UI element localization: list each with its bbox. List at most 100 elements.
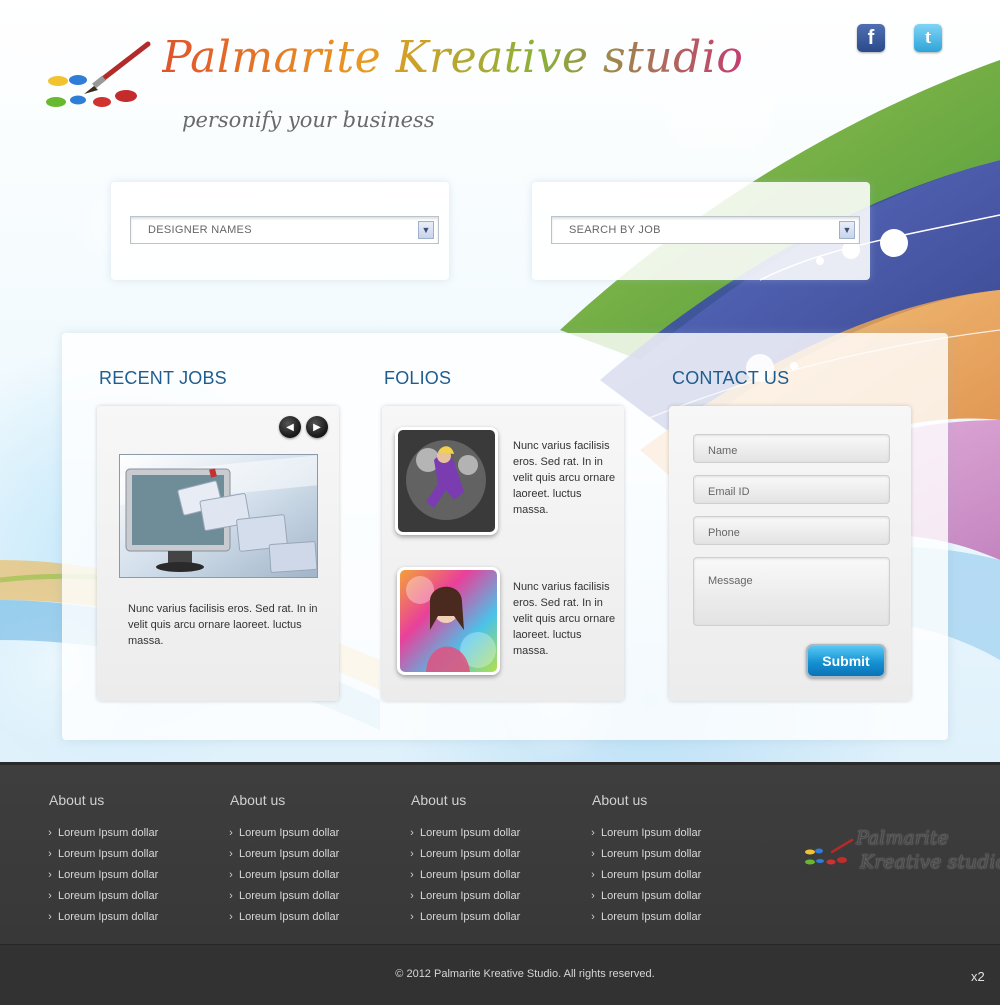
chevron-right-icon: › [591,868,595,881]
footer-link[interactable]: › Loreum Ipsum dollar [407,864,577,885]
footer-link-label: Loreum Ipsum dollar [601,826,702,839]
footer-link-label: Loreum Ipsum dollar [239,847,340,860]
footer-link[interactable]: › Loreum Ipsum dollar [226,864,396,885]
footer-link[interactable]: › Loreum Ipsum dollar [588,864,758,885]
footer-link-label: Loreum Ipsum dollar [601,889,702,902]
footer-link-label: Loreum Ipsum dollar [239,868,340,881]
footer-link[interactable]: › Loreum Ipsum dollar [226,843,396,864]
footer-logo-line1: Palmarite [856,827,949,849]
chevron-right-icon: › [48,847,52,860]
footer-column-heading: About us [230,792,286,808]
contact-us-heading: CONTACT US [672,368,790,388]
footer-link-label: Loreum Ipsum dollar [58,868,159,881]
recent-jobs-heading: RECENT JOBS [99,368,227,388]
footer-link-label: Loreum Ipsum dollar [58,847,159,860]
footer-link[interactable]: › Loreum Ipsum dollar [588,822,758,843]
chevron-right-icon: › [48,826,52,839]
footer-link[interactable]: › Loreum Ipsum dollar [45,822,215,843]
footer-logo[interactable]: Palmarite Kreative studio [804,826,1000,882]
scale-tag: x2 [971,969,985,984]
chevron-right-icon: › [591,847,595,860]
brand-logo[interactable]: Palmarite Kreative studio personify your… [44,30,743,140]
search-by-job-select-value: SEARCH BY JOB [569,224,661,236]
footer-link-label: Loreum Ipsum dollar [420,910,521,923]
footer-link[interactable]: › Loreum Ipsum dollar [407,843,577,864]
designer-names-select[interactable]: DESIGNER NAMES ▼ [130,216,439,244]
job-search-panel: SEARCH BY JOB ▼ [532,182,870,280]
recent-job-image[interactable] [119,454,318,578]
footer-link-label: Loreum Ipsum dollar [58,889,159,902]
chevron-right-icon: › [591,910,595,923]
chevron-right-icon: › [410,826,414,839]
footer-column-4: About us › Loreum Ipsum dollar › Loreum Ip… [588,792,758,927]
footer-column-3: About us › Loreum Ipsum dollar › Loreum Ip… [407,792,577,927]
email-field[interactable]: Email ID [693,475,890,504]
footer-link[interactable]: › Loreum Ipsum dollar [45,906,215,927]
designer-names-select-value: DESIGNER NAMES [148,224,252,236]
footer-column-heading: About us [411,792,467,808]
footer-link-label: Loreum Ipsum dollar [58,826,159,839]
footer-link-label: Loreum Ipsum dollar [239,826,340,839]
brand-tagline: personify your business [182,108,435,132]
search-by-job-select[interactable]: SEARCH BY JOB ▼ [551,216,860,244]
chevron-down-icon[interactable]: ▼ [418,221,434,239]
footer-link[interactable]: › Loreum Ipsum dollar [45,864,215,885]
hero-background: Palmarite Kreative studio personify your… [0,0,1000,762]
chevron-right-icon: › [410,868,414,881]
twitter-icon[interactable]: t [914,24,942,52]
footer-link-label: Loreum Ipsum dollar [601,868,702,881]
footer-link[interactable]: › Loreum Ipsum dollar [226,906,396,927]
folio-thumbnail-1[interactable] [395,427,498,535]
footer-link-label: Loreum Ipsum dollar [601,847,702,860]
chevron-right-icon: › [591,889,595,902]
footer-link-label: Loreum Ipsum dollar [239,889,340,902]
footer-column-2: About us › Loreum Ipsum dollar › Loreum Ip… [226,792,396,927]
footer-link[interactable]: › Loreum Ipsum dollar [588,843,758,864]
message-field[interactable]: Message [693,557,890,626]
submit-button[interactable]: Submit [806,644,886,678]
chevron-right-icon: › [48,889,52,902]
footer-link-label: Loreum Ipsum dollar [420,826,521,839]
folio-2-description: Nunc varius facilisis eros. Sed rat. In … [513,581,616,657]
chevron-right-icon: › [229,847,233,860]
name-field[interactable]: Name [693,434,890,463]
phone-field[interactable]: Phone [693,516,890,545]
brand-title: Palmarite Kreative studio [162,32,744,83]
prev-arrow-icon[interactable]: ◀ [279,416,301,438]
chevron-right-icon: › [591,826,595,839]
footer-link-label: Loreum Ipsum dollar [420,847,521,860]
folio-1-description: Nunc varius facilisis eros. Sed rat. In … [513,440,616,516]
copyright-text: © 2012 Palmarite Kreative Studio. All ri… [395,968,655,980]
paintbrush-icon [805,838,854,865]
monitor-email-illustration [120,455,317,577]
footer-link[interactable]: › Loreum Ipsum dollar [407,885,577,906]
facebook-icon[interactable]: f [857,24,885,52]
footer-link[interactable]: › Loreum Ipsum dollar [226,885,396,906]
chevron-right-icon: › [229,826,233,839]
footer-column-heading: About us [592,792,648,808]
footer-logo-line2: Kreative studio [860,851,1000,873]
folio-thumbnail-2[interactable] [397,567,500,675]
footer-link[interactable]: › Loreum Ipsum dollar [45,843,215,864]
dancer-image [398,430,495,532]
chevron-down-icon[interactable]: ▼ [839,221,855,239]
chevron-right-icon: › [410,847,414,860]
footer-link-label: Loreum Ipsum dollar [420,889,521,902]
footer-link[interactable]: › Loreum Ipsum dollar [407,822,577,843]
footer-link-label: Loreum Ipsum dollar [420,868,521,881]
footer-link-label: Loreum Ipsum dollar [601,910,702,923]
next-arrow-icon[interactable]: ▶ [306,416,328,438]
footer-link[interactable]: › Loreum Ipsum dollar [45,885,215,906]
footer-logo-text: Palmarite Kreative studio [856,826,1000,874]
footer-link[interactable]: › Loreum Ipsum dollar [588,885,758,906]
footer-link[interactable]: › Loreum Ipsum dollar [226,822,396,843]
chevron-right-icon: › [229,910,233,923]
footer-column-1: About us › Loreum Ipsum dollar › Loreum Ip… [45,792,215,927]
footer-link-label: Loreum Ipsum dollar [239,910,340,923]
footer-link[interactable]: › Loreum Ipsum dollar [588,906,758,927]
chevron-right-icon: › [410,910,414,923]
footer-column-heading: About us [49,792,105,808]
footer-link[interactable]: › Loreum Ipsum dollar [407,906,577,927]
chevron-right-icon: › [48,910,52,923]
chevron-right-icon: › [410,889,414,902]
